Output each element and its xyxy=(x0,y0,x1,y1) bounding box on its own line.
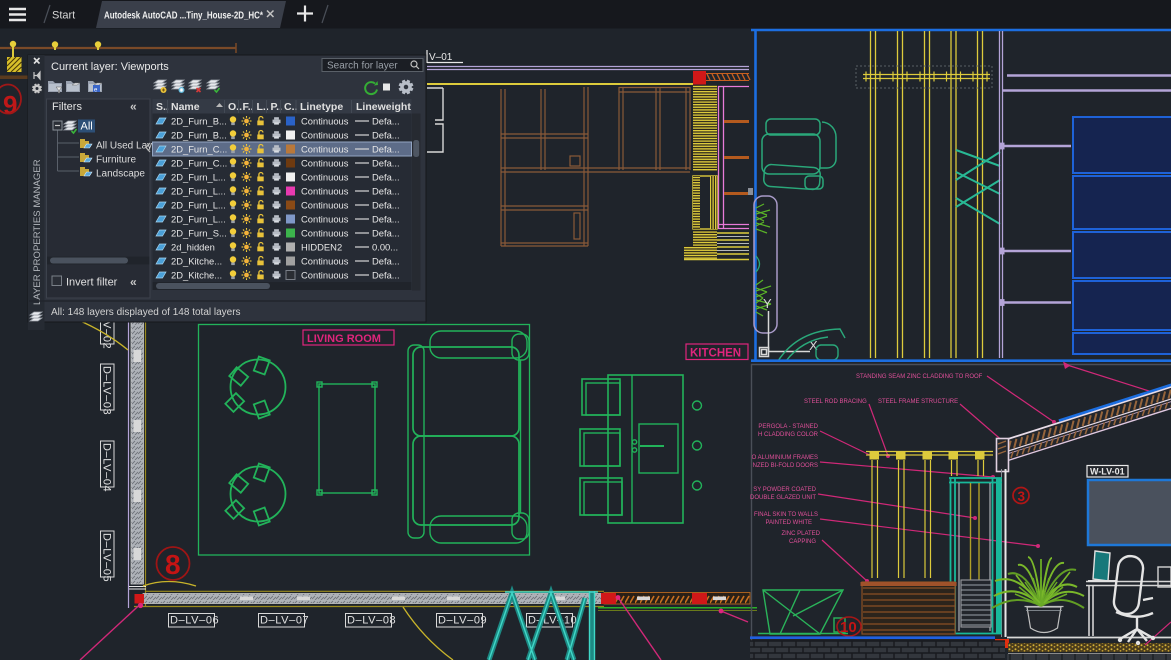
svg-text:3: 3 xyxy=(1018,489,1026,504)
svg-text:D–LV–07: D–LV–07 xyxy=(260,615,309,627)
svg-text:8: 8 xyxy=(165,549,181,580)
svg-text:Defa...: Defa... xyxy=(372,214,400,225)
svg-text:W-LV-01: W-LV-01 xyxy=(1090,467,1125,477)
svg-text:H CLADDING COLOR: H CLADDING COLOR xyxy=(758,432,819,438)
svg-text:2D_Furn_L...: 2D_Furn_L... xyxy=(171,200,226,211)
svg-text:Defa...: Defa... xyxy=(372,144,400,155)
svg-text:D–LV–06: D–LV–06 xyxy=(170,615,219,627)
svg-text:Defa...: Defa... xyxy=(372,256,400,267)
svg-text:ZINC PLATED: ZINC PLATED xyxy=(781,531,820,537)
svg-text:D–LV–05: D–LV–05 xyxy=(101,533,113,582)
svg-text:2D_Furn_C...: 2D_Furn_C... xyxy=(171,144,227,155)
svg-text:2d_hidden: 2d_hidden xyxy=(171,242,215,253)
svg-text:Defa...: Defa... xyxy=(372,186,400,197)
svg-text:D–LV–03: D–LV–03 xyxy=(101,366,113,415)
svg-text:NZED BI-FOLD DOORS: NZED BI-FOLD DOORS xyxy=(753,463,818,469)
svg-text:«: « xyxy=(130,100,137,114)
svg-text:Continuous: Continuous xyxy=(301,116,349,127)
svg-text:2D_Kitche...: 2D_Kitche... xyxy=(171,256,222,267)
svg-text:Filters: Filters xyxy=(52,101,82,113)
svg-text:SY POWDER COATED: SY POWDER COATED xyxy=(753,487,816,493)
svg-text:Current layer: Viewports: Current layer: Viewports xyxy=(51,61,169,73)
svg-text:Continuous: Continuous xyxy=(301,228,349,239)
svg-text:2D_Furn_L...: 2D_Furn_L... xyxy=(171,172,226,183)
svg-text:HIDDEN2: HIDDEN2 xyxy=(301,242,342,253)
svg-text:C..: C.. xyxy=(284,101,298,113)
svg-text:Invert filter: Invert filter xyxy=(66,277,118,289)
svg-text:Furniture: Furniture xyxy=(96,155,136,166)
svg-text:Continuous: Continuous xyxy=(301,186,349,197)
svg-text:Defa...: Defa... xyxy=(372,228,400,239)
svg-text:Defa...: Defa... xyxy=(372,172,400,183)
svg-text:STANDING SEAM ZINC CLADDING TO: STANDING SEAM ZINC CLADDING TO ROOF xyxy=(856,374,983,380)
svg-text:KITCHEN: KITCHEN xyxy=(690,348,741,360)
svg-text:Continuous: Continuous xyxy=(301,158,349,169)
svg-text:«: « xyxy=(130,275,137,289)
svg-text:Landscape: Landscape xyxy=(96,169,145,180)
svg-text:Defa...: Defa... xyxy=(372,200,400,211)
svg-text:2D_Kitche...: 2D_Kitche... xyxy=(171,270,222,281)
svg-text:STEEL FRAME STRUCTURE: STEEL FRAME STRUCTURE xyxy=(878,399,958,405)
svg-text:FINAL SKIN TO WALLS: FINAL SKIN TO WALLS xyxy=(754,512,818,518)
svg-text:Lineweight: Lineweight xyxy=(356,101,411,113)
svg-text:D–LV–10: D–LV–10 xyxy=(528,615,577,627)
svg-text:2D_Furn_S...: 2D_Furn_S... xyxy=(171,228,227,239)
svg-text:Defa...: Defa... xyxy=(372,270,400,281)
svg-text:S..: S.. xyxy=(156,101,169,113)
svg-text:Continuous: Continuous xyxy=(301,256,349,267)
svg-text:0.00...: 0.00... xyxy=(372,242,398,253)
svg-text:2D_Furn_L...: 2D_Furn_L... xyxy=(171,214,226,225)
svg-text:Continuous: Continuous xyxy=(301,270,349,281)
svg-text:D–LV–04: D–LV–04 xyxy=(101,443,113,492)
svg-text:All: All xyxy=(81,121,93,133)
svg-text:D–LV–08: D–LV–08 xyxy=(347,615,396,627)
svg-text:All: 148 layers displayed of 1: All: 148 layers displayed of 148 total l… xyxy=(51,307,241,318)
svg-text:2D_Furn_L...: 2D_Furn_L... xyxy=(171,186,226,197)
svg-text:CAPPING: CAPPING xyxy=(789,539,816,545)
svg-text:Continuous: Continuous xyxy=(301,172,349,183)
svg-text:PAINTED WHITE: PAINTED WHITE xyxy=(765,520,812,526)
svg-text:Continuous: Continuous xyxy=(301,214,349,225)
svg-text:F..: F.. xyxy=(243,101,254,113)
svg-text:2D_Furn_B...: 2D_Furn_B... xyxy=(171,116,227,127)
svg-text:Y: Y xyxy=(763,296,772,311)
svg-text:LIVING ROOM: LIVING ROOM xyxy=(307,333,381,345)
svg-text:2D_Furn_C...: 2D_Furn_C... xyxy=(171,158,227,169)
svg-text:DOUBLE GLAZED UNIT: DOUBLE GLAZED UNIT xyxy=(750,495,816,501)
svg-text:Search for layer: Search for layer xyxy=(327,61,398,72)
svg-text:Defa...: Defa... xyxy=(372,116,400,127)
svg-text:O ALUMINIUM FRAMES: O ALUMINIUM FRAMES xyxy=(752,455,818,461)
svg-text:PERGOLA - STAINED: PERGOLA - STAINED xyxy=(758,424,818,430)
svg-text:9: 9 xyxy=(3,90,17,120)
svg-text:LAYER PROPERTIES MANAGER: LAYER PROPERTIES MANAGER xyxy=(32,159,43,305)
svg-text:2D_Furn_B...: 2D_Furn_B... xyxy=(171,130,227,141)
svg-text:STEEL ROD BRACING: STEEL ROD BRACING xyxy=(804,399,867,405)
svg-text:Continuous: Continuous xyxy=(301,130,349,141)
svg-text:Defa...: Defa... xyxy=(372,130,400,141)
svg-text:O..: O.. xyxy=(228,101,242,113)
svg-text:Autodesk AutoCAD ...Tiny_House: Autodesk AutoCAD ...Tiny_House-2D_HC* xyxy=(104,10,264,22)
svg-text:Name: Name xyxy=(171,101,200,113)
svg-text:Start: Start xyxy=(52,10,75,22)
svg-text:10: 10 xyxy=(840,619,857,636)
svg-text:Continuous: Continuous xyxy=(301,144,349,155)
svg-text:Defa...: Defa... xyxy=(372,158,400,169)
svg-text:Linetype: Linetype xyxy=(300,101,343,113)
svg-text:V–01: V–01 xyxy=(429,52,453,63)
svg-text:Continuous: Continuous xyxy=(301,200,349,211)
svg-text:D–LV–09: D–LV–09 xyxy=(438,615,487,627)
